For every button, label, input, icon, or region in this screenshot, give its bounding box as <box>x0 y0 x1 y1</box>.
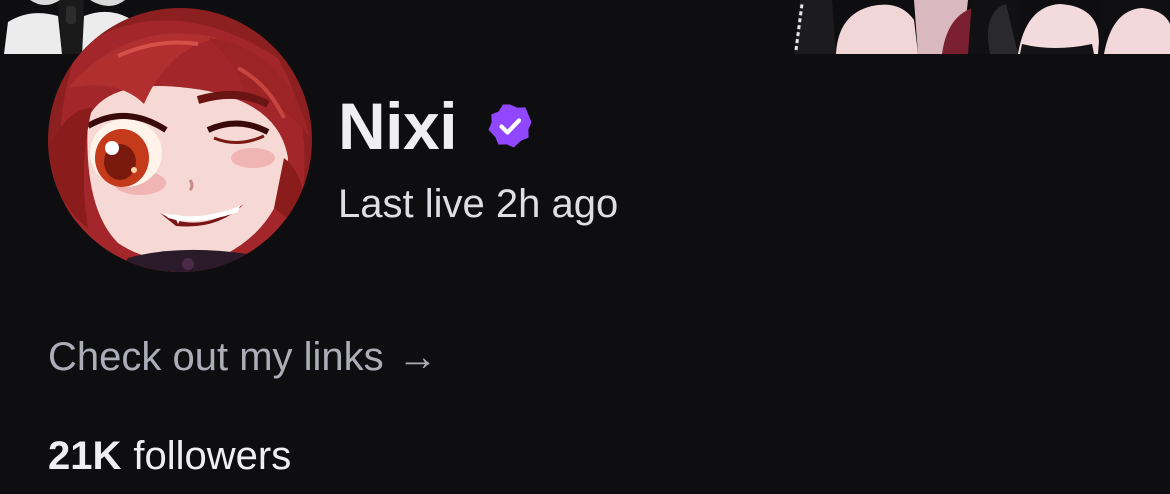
links-label: Check out my links <box>48 335 384 379</box>
followers-label: followers <box>133 434 292 478</box>
last-live-status: Last live 2h ago <box>338 182 619 226</box>
arrow-right-icon: → <box>397 335 438 379</box>
channel-name[interactable]: Nixi <box>338 93 458 159</box>
channel-profile-page: Nixi Last live 2h ago Check out my links… <box>0 0 1170 494</box>
followers-number: 21K <box>48 434 122 478</box>
channel-name-row: Nixi <box>338 86 533 166</box>
followers-count: 21K followers <box>48 432 291 480</box>
banner-art-right <box>792 0 1170 54</box>
check-out-links-link[interactable]: Check out my links → <box>48 333 438 381</box>
channel-avatar[interactable] <box>48 8 312 272</box>
verified-badge-icon[interactable] <box>487 103 533 149</box>
